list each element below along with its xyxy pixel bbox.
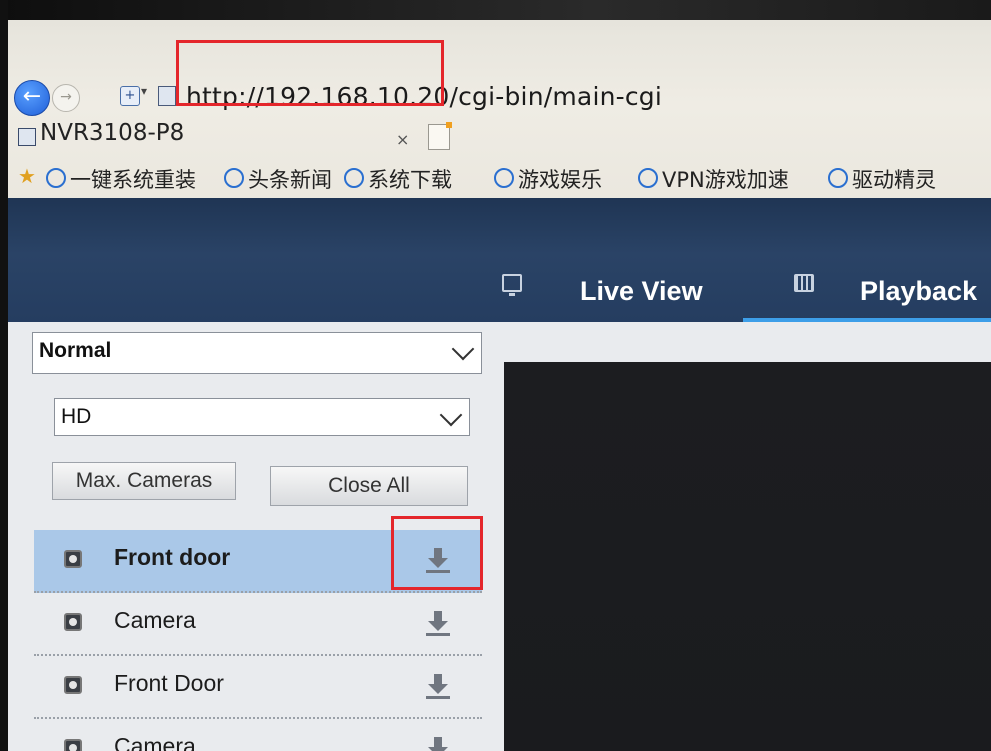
forward-button[interactable]: →	[52, 84, 80, 112]
favorite-label: 头条新闻	[248, 168, 332, 192]
favorite-label: 一键系统重装	[70, 168, 196, 192]
ie-icon	[224, 168, 244, 188]
download-highlight-box	[391, 516, 483, 590]
camera-icon	[64, 550, 82, 568]
favorite-label: 游戏娱乐	[518, 168, 602, 192]
list-item[interactable]: Camera	[34, 593, 482, 656]
favorite-label: 驱动精灵	[852, 168, 936, 192]
camera-icon	[64, 676, 82, 694]
camera-icon	[64, 739, 82, 751]
favorites-star-icon[interactable]: ★	[18, 164, 36, 188]
list-item[interactable]: Front Door	[34, 656, 482, 719]
back-button[interactable]: ←	[14, 80, 50, 116]
camera-name: Camera	[114, 607, 196, 633]
max-cameras-button[interactable]: Max. Cameras	[52, 462, 236, 500]
quality-select[interactable]: HD	[54, 398, 470, 436]
address-row: ← → + ▾ http://192.168.10.20/cgi-bin/mai…	[8, 72, 991, 116]
video-viewport[interactable]	[504, 362, 991, 751]
chevron-down-icon	[451, 337, 475, 361]
screen-bezel-top	[0, 0, 991, 20]
page-icon	[158, 86, 176, 106]
browser-window: ← → + ▾ http://192.168.10.20/cgi-bin/mai…	[8, 20, 991, 751]
new-tab-button[interactable]	[428, 122, 452, 150]
playback-icon	[794, 274, 814, 292]
ie-icon	[494, 168, 514, 188]
favorite-link[interactable]: 游戏娱乐	[494, 164, 602, 194]
stream-mode-select[interactable]: Normal	[32, 332, 482, 374]
favorite-link[interactable]: 头条新闻	[224, 164, 332, 194]
favorite-link[interactable]: 系统下载	[344, 164, 452, 194]
download-icon[interactable]	[426, 611, 450, 637]
ie-icon	[638, 168, 658, 188]
nvr-header: Live View Playback	[8, 198, 991, 322]
url-highlight-box	[176, 40, 444, 106]
list-item[interactable]: Camera	[34, 719, 482, 751]
quality-value: HD	[61, 405, 92, 428]
camera-name: Front door	[114, 544, 231, 570]
tab-playback[interactable]: Playback	[860, 276, 977, 307]
favorite-link[interactable]: 一键系统重装	[46, 164, 196, 194]
close-all-button[interactable]: Close All	[270, 466, 468, 506]
tab-bar: NVR3108-P8 ×	[8, 116, 991, 158]
tab-title[interactable]: NVR3108-P8	[40, 120, 184, 146]
favorites-bar: ★ 一键系统重装 头条新闻 系统下载 游戏娱乐 VPN游戏加速 驱动精灵	[8, 158, 991, 198]
ie-icon	[344, 168, 364, 188]
screen-bezel-left	[0, 0, 8, 751]
monitor-icon	[502, 274, 522, 296]
camera-name: Camera	[114, 733, 196, 751]
ie-icon	[828, 168, 848, 188]
ie-icon	[46, 168, 66, 188]
tab-favicon-icon	[18, 128, 36, 146]
favorite-label: VPN游戏加速	[662, 168, 789, 192]
plus-icon[interactable]: +	[120, 86, 140, 106]
tab-live-view[interactable]: Live View	[580, 276, 703, 307]
stream-mode-value: Normal	[39, 339, 112, 362]
chevron-down-icon[interactable]: ▾	[141, 84, 147, 98]
camera-icon	[64, 613, 82, 631]
favorite-link[interactable]: 驱动精灵	[828, 164, 936, 194]
favorite-label: 系统下载	[368, 168, 452, 192]
tab-close-button[interactable]: ×	[396, 130, 409, 149]
favorite-link[interactable]: VPN游戏加速	[638, 164, 789, 194]
download-icon[interactable]	[426, 737, 450, 751]
download-icon[interactable]	[426, 674, 450, 700]
camera-name: Front Door	[114, 670, 224, 696]
chevron-down-icon	[439, 403, 463, 427]
